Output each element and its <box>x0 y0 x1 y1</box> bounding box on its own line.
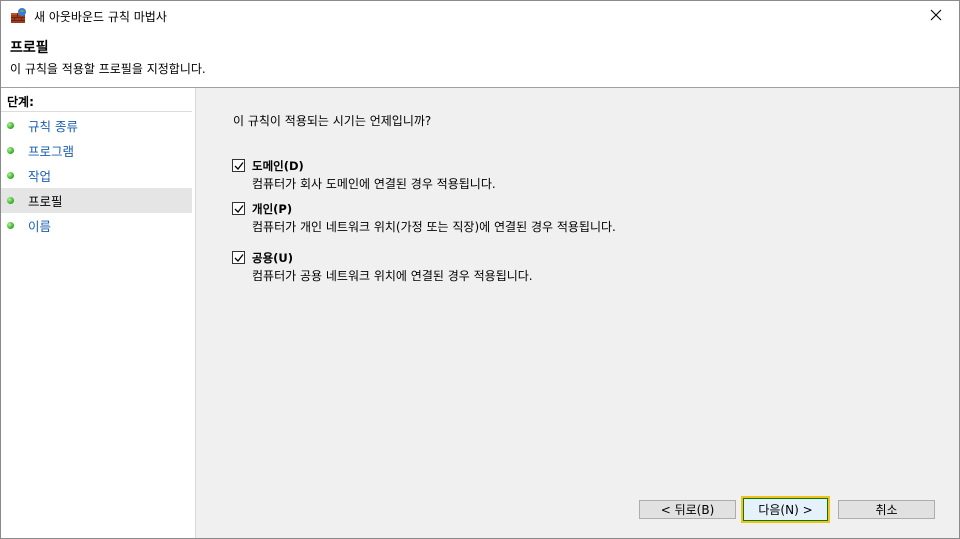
step-label: 규칙 종류 <box>28 119 78 134</box>
public-description: 컴퓨터가 공용 네트워크 위치에 연결된 경우 적용됩니다. <box>252 269 533 283</box>
step-label: 이름 <box>28 219 52 234</box>
public-label[interactable]: 공용(U) <box>252 250 293 266</box>
page-title: 프로필 <box>10 40 49 56</box>
checkmark-icon <box>234 162 244 170</box>
step-complete-icon <box>7 147 14 154</box>
close-icon <box>930 9 942 24</box>
window-title: 새 아웃바운드 규칙 마법사 <box>34 10 167 24</box>
step-label: 프로그램 <box>28 144 75 159</box>
step-current-icon <box>7 197 14 204</box>
steps-sidebar: 단계: 규칙 종류 프로그램 작업 프로필 이름 <box>1 88 196 538</box>
private-description: 컴퓨터가 개인 네트워크 위치(가정 또는 직장)에 연결된 경우 적용됩니다. <box>252 220 616 234</box>
domain-label[interactable]: 도메인(D) <box>252 158 304 174</box>
cancel-button[interactable]: 취소 <box>838 500 935 519</box>
step-profile: 프로필 <box>1 188 192 213</box>
public-checkbox[interactable] <box>232 251 245 264</box>
checkmark-icon <box>234 254 244 262</box>
step-complete-icon <box>7 172 14 179</box>
title-bar: 새 아웃바운드 규칙 마법사 <box>1 1 959 32</box>
step-label: 프로필 <box>28 194 63 209</box>
wizard-header: 프로필 이 규칙을 적용할 프로필을 지정합니다. <box>1 32 959 88</box>
private-label[interactable]: 개인(P) <box>252 201 292 217</box>
checkmark-icon <box>234 205 244 213</box>
step-rule-type[interactable]: 규칙 종류 <box>1 113 192 138</box>
step-action[interactable]: 작업 <box>1 163 192 188</box>
steps-heading: 단계: <box>7 95 34 109</box>
steps-divider <box>1 111 192 112</box>
page-description: 이 규칙을 적용할 프로필을 지정합니다. <box>10 62 206 76</box>
step-complete-icon <box>7 122 14 129</box>
step-program[interactable]: 프로그램 <box>1 138 192 163</box>
step-label: 작업 <box>28 169 52 184</box>
next-button[interactable]: 다음(N) > <box>741 496 830 523</box>
firewall-icon <box>10 7 28 25</box>
main-content: 이 규칙이 적용되는 시기는 언제입니까? 도메인(D) 컴퓨터가 회사 도메인… <box>196 88 959 538</box>
close-button[interactable] <box>913 1 959 32</box>
wizard-window: 새 아웃바운드 규칙 마법사 프로필 이 규칙을 적용할 프로필을 지정합니다.… <box>0 0 960 539</box>
domain-checkbox[interactable] <box>232 159 245 172</box>
domain-description: 컴퓨터가 회사 도메인에 연결된 경우 적용됩니다. <box>252 177 496 191</box>
back-button[interactable]: < 뒤로(B) <box>639 500 736 519</box>
step-complete-icon <box>7 222 14 229</box>
profile-question: 이 규칙이 적용되는 시기는 언제입니까? <box>233 114 432 128</box>
step-name[interactable]: 이름 <box>1 213 192 238</box>
private-checkbox[interactable] <box>232 202 245 215</box>
